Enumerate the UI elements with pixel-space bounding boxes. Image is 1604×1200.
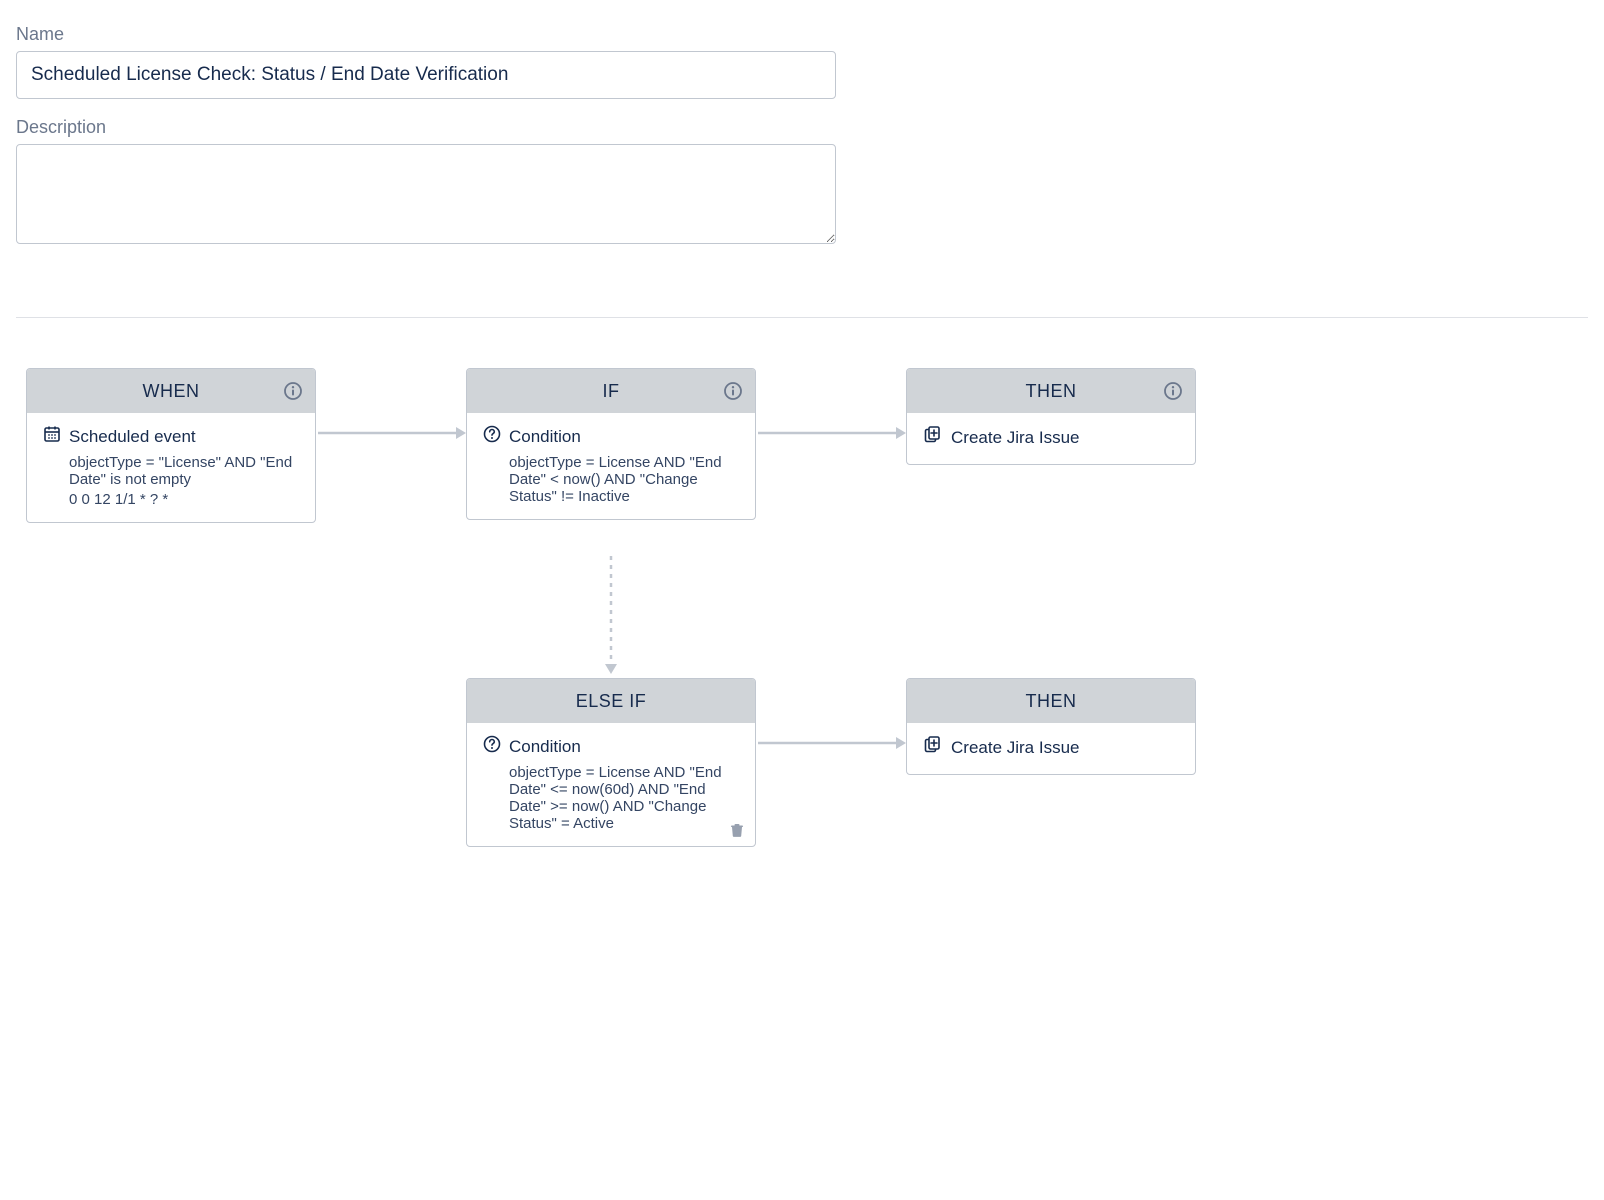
then-node[interactable]: THEN Create Jira Issue bbox=[906, 368, 1196, 465]
description-textarea[interactable] bbox=[16, 144, 836, 244]
then-header-label: THEN bbox=[1026, 381, 1077, 402]
arrow-when-if bbox=[316, 423, 466, 443]
name-field-group: Name bbox=[16, 24, 836, 99]
elseif-query: objectType = License AND "End Date" <= n… bbox=[509, 764, 739, 832]
info-icon[interactable] bbox=[723, 381, 743, 401]
create-issue-icon bbox=[923, 425, 943, 450]
elseif-header: ELSE IF bbox=[467, 679, 755, 723]
trash-icon[interactable] bbox=[729, 822, 745, 838]
elseif-node[interactable]: ELSE IF Condition objectType = License A… bbox=[466, 678, 756, 847]
then-body: Create Jira Issue bbox=[907, 723, 1195, 774]
then-title: Create Jira Issue bbox=[951, 738, 1080, 758]
when-node[interactable]: WHEN Scheduled event objectType = "Licen… bbox=[26, 368, 316, 523]
info-icon[interactable] bbox=[283, 381, 303, 401]
form-section: Name Description bbox=[16, 24, 836, 249]
then-header: THEN bbox=[907, 369, 1195, 413]
when-body: Scheduled event objectType = "License" A… bbox=[27, 413, 315, 522]
then-header: THEN bbox=[907, 679, 1195, 723]
info-icon[interactable] bbox=[1163, 381, 1183, 401]
when-cron: 0 0 12 1/1 * ? * bbox=[69, 491, 299, 508]
section-divider bbox=[16, 317, 1588, 318]
arrow-elseif-then bbox=[756, 733, 906, 753]
if-title: Condition bbox=[509, 427, 581, 447]
if-details: objectType = License AND "End Date" < no… bbox=[483, 454, 739, 505]
calendar-icon bbox=[43, 425, 61, 448]
question-icon bbox=[483, 735, 501, 758]
if-body: Condition objectType = License AND "End … bbox=[467, 413, 755, 519]
elseif-header-label: ELSE IF bbox=[576, 691, 647, 712]
arrow-if-elseif bbox=[601, 556, 621, 676]
elseif-details: objectType = License AND "End Date" <= n… bbox=[483, 764, 739, 832]
when-query: objectType = "License" AND "End Date" is… bbox=[69, 454, 299, 488]
name-label: Name bbox=[16, 24, 836, 45]
if-node[interactable]: IF Condition objectType = License AND "E… bbox=[466, 368, 756, 520]
flow-diagram: WHEN Scheduled event objectType = "Licen… bbox=[16, 368, 1588, 968]
then-body: Create Jira Issue bbox=[907, 413, 1195, 464]
elseif-title: Condition bbox=[509, 737, 581, 757]
create-issue-icon bbox=[923, 735, 943, 760]
description-field-group: Description bbox=[16, 117, 836, 249]
when-header: WHEN bbox=[27, 369, 315, 413]
question-icon bbox=[483, 425, 501, 448]
when-header-label: WHEN bbox=[143, 381, 200, 402]
when-details: objectType = "License" AND "End Date" is… bbox=[43, 454, 299, 508]
then-title: Create Jira Issue bbox=[951, 428, 1080, 448]
when-title: Scheduled event bbox=[69, 427, 196, 447]
name-input[interactable] bbox=[16, 51, 836, 99]
then-header-label: THEN bbox=[1026, 691, 1077, 712]
then-node[interactable]: THEN Create Jira Issue bbox=[906, 678, 1196, 775]
if-query: objectType = License AND "End Date" < no… bbox=[509, 454, 739, 505]
elseif-body: Condition objectType = License AND "End … bbox=[467, 723, 755, 846]
if-header-label: IF bbox=[603, 381, 620, 402]
description-label: Description bbox=[16, 117, 836, 138]
arrow-if-then bbox=[756, 423, 906, 443]
if-header: IF bbox=[467, 369, 755, 413]
